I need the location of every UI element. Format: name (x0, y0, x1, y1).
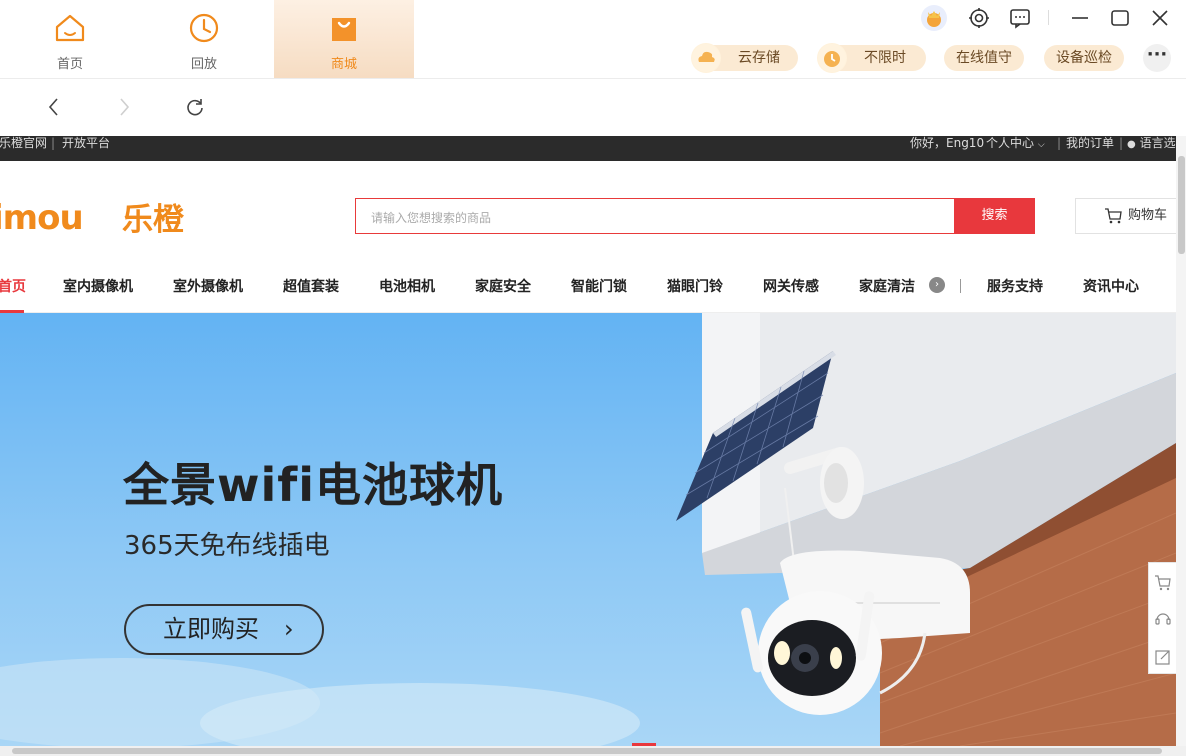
tab-mall[interactable]: 商城 (274, 0, 414, 78)
device-inspection-label: 设备巡检 (1056, 50, 1112, 66)
category-item[interactable]: 超值套装 (283, 276, 339, 296)
svg-text:imou: imou (0, 198, 83, 237)
search-input[interactable]: 请输入您想搜索的商品 (371, 209, 491, 226)
category-scroll-right-icon[interactable]: › (929, 277, 945, 293)
utility-bar: 乐橙官网 | 开放平台 你好，Eng10 个人中心 ⌵ | 我的订单 | ● 语… (0, 136, 1176, 161)
back-icon[interactable] (43, 96, 65, 118)
category-item[interactable]: 家庭安全 (475, 276, 531, 296)
my-orders-link[interactable]: 我的订单 (1066, 136, 1114, 150)
category-item[interactable]: 室外摄像机 (173, 276, 243, 296)
tab-playback[interactable]: 回放 (134, 0, 274, 78)
avatar[interactable] (920, 4, 948, 32)
browser-nav-bar (0, 79, 1186, 136)
tab-mall-label: 商城 (330, 57, 357, 72)
language-link[interactable]: ● 语言选 (1127, 136, 1176, 152)
language-label: 语言选 (1139, 136, 1176, 150)
horizontal-scrollbar-thumb[interactable] (12, 748, 1162, 754)
category-nav: 首页 室内摄像机 室外摄像机 超值套装 电池相机 家庭安全 智能门锁 猫眼门铃 … (0, 251, 1176, 313)
online-guard-button[interactable]: 在线值守 (944, 45, 1024, 71)
buy-now-button[interactable]: 立即购买 › (124, 604, 324, 655)
forward-icon[interactable] (113, 96, 135, 118)
cart-icon (1105, 208, 1122, 224)
alarm-clock-icon (817, 43, 847, 73)
tab-home-label: 首页 (56, 57, 83, 72)
category-item[interactable]: 首页 (0, 276, 26, 296)
news-center-link[interactable]: 资讯中心 (1083, 276, 1139, 296)
unlimited-time-button[interactable]: 不限时 (817, 43, 926, 73)
online-guard-label: 在线值守 (956, 50, 1012, 66)
maximize-icon[interactable] (1108, 6, 1132, 30)
service-support-link[interactable]: 服务支持 (987, 276, 1043, 296)
category-item[interactable]: 网关传感 (763, 276, 819, 296)
utility-divider: | (1057, 136, 1062, 150)
unlimited-time-label: 不限时 (864, 50, 906, 66)
user-center-link[interactable]: 个人中心 ⌵ (986, 136, 1045, 152)
chevron-right-icon: › (284, 615, 294, 643)
window-controls-divider (1048, 10, 1049, 25)
category-item[interactable]: 家庭清洁 (859, 276, 915, 296)
utility-divider: | (1119, 136, 1124, 150)
more-button[interactable]: ··· (1143, 44, 1171, 72)
shopping-bag-icon (332, 18, 356, 41)
horizontal-scrollbar[interactable] (0, 746, 1186, 756)
cart-label: 购物车 (1128, 208, 1168, 223)
home-icon (55, 14, 85, 42)
search-box: 请输入您想搜索的商品 搜索 (355, 198, 1035, 234)
globe-icon: ● (1127, 139, 1136, 150)
app-top-bar: 首页 回放 商城 云存储 不限时 在线值守 设备巡检 ··· (0, 0, 1186, 79)
banner-title: 全景wifi电池球机 (123, 458, 504, 512)
utility-divider: | (51, 136, 56, 150)
hero-banner[interactable]: 全景wifi电池球机 365天免布线插电 立即购买 › (0, 313, 1176, 746)
tab-playback-label: 回放 (190, 57, 217, 72)
refresh-icon[interactable] (184, 96, 206, 118)
site-header: imou 乐橙 请输入您想搜索的商品 搜索 购物车 (0, 161, 1176, 251)
category-item[interactable]: 猫眼门铃 (667, 276, 723, 296)
open-platform-link[interactable]: 开放平台 (62, 136, 110, 150)
settings-gear-icon[interactable] (967, 6, 991, 30)
cloud-storage-button[interactable]: 云存储 (691, 43, 798, 73)
mall-webview: 乐橙官网 | 开放平台 你好，Eng10 个人中心 ⌵ | 我的订单 | ● 语… (0, 136, 1176, 746)
search-button[interactable]: 搜索 (954, 198, 1035, 234)
feedback-edit-icon[interactable] (1153, 647, 1173, 667)
cloud-storage-label: 云存储 (738, 50, 780, 66)
category-item[interactable]: 电池相机 (379, 276, 435, 296)
clock-icon (189, 13, 219, 43)
tab-home[interactable]: 首页 (0, 0, 140, 78)
svg-text:乐橙: 乐橙 (122, 202, 185, 237)
user-center-label: 个人中心 (986, 136, 1035, 150)
cart-icon[interactable] (1153, 573, 1173, 593)
category-item[interactable]: 智能门锁 (571, 276, 627, 296)
chevron-down-icon: ⌵ (1037, 140, 1045, 150)
cart-button[interactable]: 购物车 (1075, 198, 1176, 234)
app-window: 首页 回放 商城 云存储 不限时 在线值守 设备巡检 ··· 乐橙官网 | 开放… (0, 0, 1186, 756)
customer-service-headset-icon[interactable] (1153, 609, 1173, 629)
buy-now-label: 立即购买 (163, 615, 259, 643)
official-site-link[interactable]: 乐橙官网 (0, 136, 47, 150)
minimize-icon[interactable] (1068, 6, 1092, 30)
imou-logo[interactable]: imou 乐橙 (0, 197, 202, 237)
message-icon[interactable] (1008, 6, 1032, 30)
user-greeting: 你好，Eng10 (910, 136, 985, 150)
vertical-scrollbar[interactable] (1176, 136, 1186, 746)
floating-side-toolbar (1148, 562, 1176, 674)
category-item[interactable]: 室内摄像机 (63, 276, 133, 296)
vertical-scrollbar-thumb[interactable] (1178, 156, 1185, 254)
category-divider (960, 279, 961, 293)
close-icon[interactable] (1148, 6, 1172, 30)
cloud-icon (691, 43, 721, 73)
banner-subtitle: 365天免布线插电 (124, 531, 330, 561)
device-inspection-button[interactable]: 设备巡检 (1044, 45, 1124, 71)
